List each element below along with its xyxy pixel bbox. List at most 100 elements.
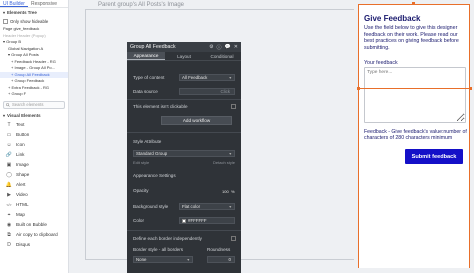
appearance-settings-label: Appearance Settings: [133, 173, 176, 178]
roundness-input[interactable]: 0: [207, 256, 235, 263]
visual-elements-title: Visual Elements: [7, 112, 41, 118]
chevron-down-icon: ▾: [3, 10, 6, 15]
property-editor-dialog: Group All Feedback ⚙ ⓘ 💬 ✕ Appearance La…: [127, 42, 241, 273]
gear-icon[interactable]: ⚙: [209, 44, 213, 50]
text-icon: T: [7, 121, 11, 128]
image-icon: ▣: [6, 161, 12, 168]
show-hideable-label: Only show hideable: [10, 19, 49, 24]
tab-conditional[interactable]: Conditional: [203, 52, 241, 60]
search-icon: [6, 102, 10, 107]
left-sidebar: UI Builder Responsive ▾ Elements Tree On…: [0, 0, 69, 273]
property-editor-header[interactable]: Group All Feedback ⚙ ⓘ 💬 ✕: [127, 42, 241, 52]
opacity-unit: %: [231, 189, 235, 194]
chevron-down-icon: ▼: [228, 204, 232, 209]
chevron-down-icon: ▾: [3, 112, 6, 118]
border-style-label: Border style - all borders: [133, 247, 184, 252]
canvas-group-label: Parent group's All Posts's Image: [98, 2, 185, 8]
element-alert[interactable]: 🔔 Alert: [0, 180, 68, 190]
element-image[interactable]: ▣ Image: [0, 160, 68, 170]
add-workflow-button[interactable]: Add workflow: [161, 116, 232, 125]
chevron-down-icon: ▼: [186, 257, 190, 262]
tab-appearance[interactable]: Appearance: [127, 52, 165, 60]
chevron-down-icon: ▼: [228, 75, 232, 80]
element-map[interactable]: ⌖ Map: [0, 210, 68, 220]
smiley-icon: ☺: [6, 141, 12, 148]
disqus-icon: D: [7, 241, 11, 248]
submit-feedback-button[interactable]: Submit feedback: [405, 149, 463, 164]
close-icon[interactable]: ✕: [234, 44, 238, 50]
shape-icon: ◯: [6, 171, 12, 178]
color-swatch[interactable]: [182, 218, 186, 223]
not-clickable-label: This element isn't clickable: [133, 104, 188, 109]
divider: [127, 132, 241, 133]
feedback-textarea[interactable]: [364, 67, 466, 123]
color-input[interactable]: #FFFFFF: [179, 217, 235, 224]
not-clickable-row: This element isn't clickable: [133, 102, 235, 111]
property-editor-tabs: Appearance Layout Conditional: [127, 52, 241, 61]
tab-responsive[interactable]: Responsive: [28, 0, 60, 7]
opacity-value[interactable]: 100: [222, 189, 229, 194]
data-source-input[interactable]: Click: [179, 88, 235, 95]
element-search-input[interactable]: Search elements: [3, 100, 65, 109]
bubble-logo-icon: ◉: [6, 221, 12, 228]
resize-handle[interactable]: [357, 87, 360, 90]
element-video[interactable]: ▶ Video: [0, 190, 68, 200]
border-independent-checkbox[interactable]: [231, 236, 236, 241]
resize-handle[interactable]: [469, 87, 472, 90]
element-disqus[interactable]: D Disqus: [0, 240, 68, 250]
show-hideable-checkbox[interactable]: [3, 19, 8, 24]
sidebar-tabs: UI Builder Responsive: [0, 0, 68, 8]
feedback-field-label: Your feedback: [364, 60, 398, 66]
visual-elements-header[interactable]: ▾ Visual Elements: [0, 111, 68, 120]
header-icons: ⚙ ⓘ 💬 ✕: [209, 44, 238, 51]
color-label: Color: [133, 218, 144, 223]
feedback-panel[interactable]: Give Feedback Use the field below to giv…: [358, 4, 470, 268]
search-placeholder: Search elements: [12, 102, 44, 107]
divider: [127, 99, 241, 100]
property-editor-title: Group All Feedback: [130, 44, 176, 50]
element-shape[interactable]: ◯ Shape: [0, 170, 68, 180]
tree-item[interactable]: + Group F: [0, 91, 68, 98]
not-clickable-checkbox[interactable]: [231, 104, 236, 109]
border-style-select[interactable]: None ▼: [133, 256, 193, 263]
element-html[interactable]: </> HTML: [0, 200, 68, 210]
bell-icon: 🔔: [5, 181, 13, 188]
elements-tree: Page give_feedback Header Header (Popup)…: [0, 26, 68, 98]
feedback-title: Give Feedback: [364, 14, 421, 23]
chat-icon[interactable]: 💬: [225, 44, 231, 50]
elements-tree-title: Elements Tree: [7, 10, 37, 15]
type-of-content-select[interactable]: All Feedback ▼: [179, 74, 235, 81]
visual-elements-list: T Text ▭ Button ☺ Icon 🔗 Link ▣ Image ◯ Shape …: [0, 120, 68, 250]
link-icon: 🔗: [5, 151, 13, 158]
clipboard-icon: ⧉: [7, 231, 11, 238]
edit-style-link[interactable]: Edit style: [133, 160, 149, 165]
background-style-select[interactable]: Flat color ▼: [179, 203, 235, 210]
border-independent-label: Define each border independently: [133, 236, 202, 241]
style-attribute-label: Style Attribute: [133, 139, 162, 144]
data-source-label: Data source: [133, 89, 158, 94]
divider: [127, 230, 241, 231]
tab-layout[interactable]: Layout: [165, 52, 203, 60]
element-button[interactable]: ▭ Button: [0, 130, 68, 140]
style-select[interactable]: Standard Group ▼: [133, 150, 235, 157]
type-of-content-label: Type of content: [133, 75, 165, 80]
element-link[interactable]: 🔗 Link: [0, 150, 68, 160]
element-text[interactable]: T Text: [0, 120, 68, 130]
detach-style-link[interactable]: Detach style: [213, 160, 235, 165]
canvas-guide-left: [85, 9, 86, 259]
feedback-char-note: Feedback - Give feedback's value:number …: [364, 129, 467, 142]
element-icon[interactable]: ☺ Icon: [0, 140, 68, 150]
elements-tree-header[interactable]: ▾ Elements Tree: [0, 8, 68, 17]
button-icon: ▭: [6, 131, 12, 138]
feedback-description: Use the field below to give this designe…: [364, 25, 459, 51]
show-hideable-toggle[interactable]: Only show hideable: [0, 17, 68, 26]
element-built-on-bubble[interactable]: ◉ Built on Bubble: [0, 220, 68, 230]
opacity-row: Opacity: [133, 186, 235, 195]
opacity-label: Opacity: [133, 188, 149, 193]
tab-ui-builder[interactable]: UI Builder: [0, 0, 28, 7]
info-icon[interactable]: ⓘ: [217, 44, 222, 51]
resize-handle[interactable]: [412, 2, 415, 5]
code-icon: </>: [6, 202, 12, 207]
canvas-guide-top: [85, 9, 354, 10]
element-air-copy[interactable]: ⧉ Air copy to clipboard: [0, 230, 68, 240]
